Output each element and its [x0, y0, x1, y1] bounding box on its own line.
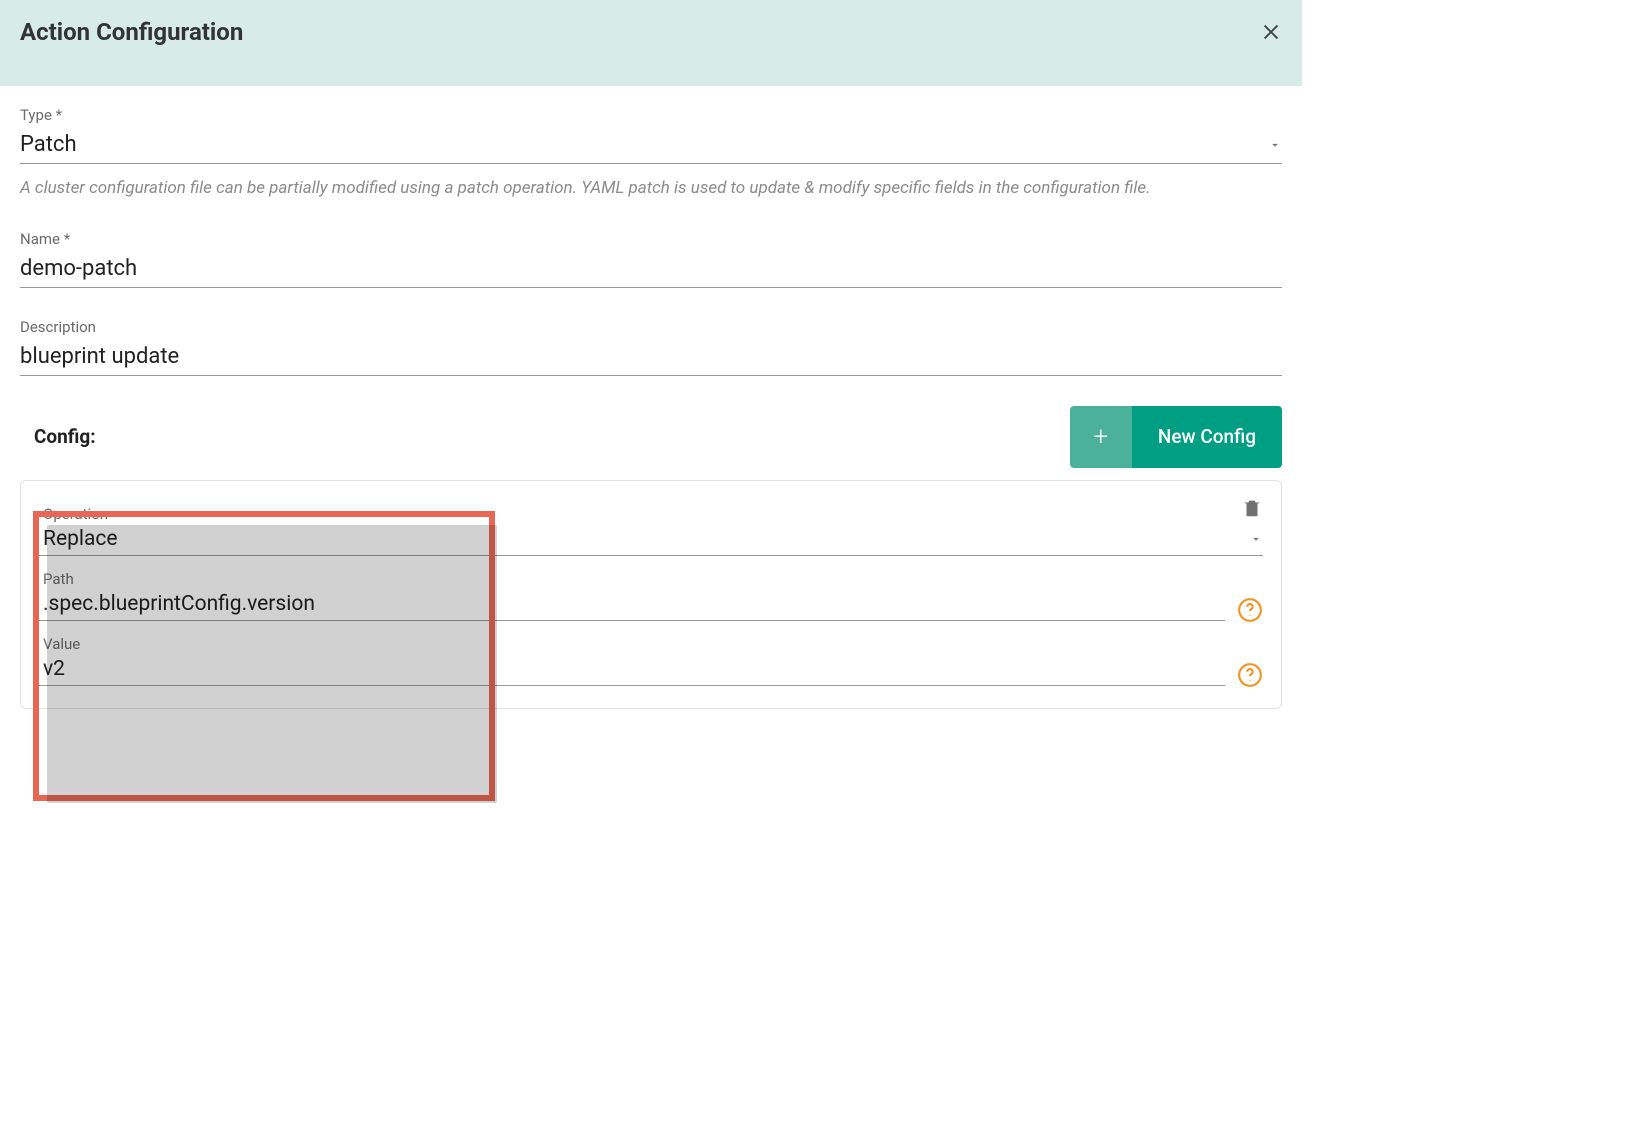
close-icon: [1260, 21, 1282, 43]
name-field: Name *: [20, 230, 1282, 288]
type-field: Type * Patch: [20, 106, 1282, 164]
help-icon: [1237, 597, 1263, 623]
name-label: Name *: [20, 230, 1282, 248]
operation-value: Replace: [39, 527, 1249, 551]
plus-icon: +: [1070, 406, 1132, 468]
config-header: Config: + New Config: [20, 406, 1282, 468]
action-configuration-dialog: Action Configuration Type * Patch A clus…: [0, 0, 1302, 709]
value-help-button[interactable]: [1237, 662, 1263, 688]
path-help-button[interactable]: [1237, 597, 1263, 623]
value-field: Value: [39, 635, 1263, 686]
name-input[interactable]: [20, 256, 1282, 281]
type-label: Type *: [20, 106, 1282, 124]
close-button[interactable]: [1260, 21, 1282, 43]
path-field: Path: [39, 570, 1263, 621]
description-field: Description: [20, 318, 1282, 376]
help-icon: [1237, 662, 1263, 688]
new-config-label: New Config: [1132, 406, 1282, 468]
operation-select[interactable]: Replace: [39, 525, 1263, 556]
new-config-button[interactable]: + New Config: [1070, 406, 1282, 468]
config-label: Config:: [20, 425, 96, 448]
description-input[interactable]: [20, 344, 1282, 369]
path-label: Path: [39, 570, 1263, 588]
value-input[interactable]: [39, 657, 1225, 681]
dialog-body: Type * Patch A cluster configuration fil…: [0, 86, 1302, 709]
chevron-down-icon: [1249, 532, 1263, 546]
config-section: Config: + New Config: [20, 406, 1282, 709]
value-label: Value: [39, 635, 1263, 653]
dialog-header: Action Configuration: [0, 0, 1302, 86]
type-helper-text: A cluster configuration file can be part…: [20, 176, 1282, 202]
config-card: Operation Replace Path: [20, 480, 1282, 709]
type-value: Patch: [20, 132, 1268, 157]
description-label: Description: [20, 318, 1282, 336]
dialog-title: Action Configuration: [20, 18, 243, 46]
operation-field: Operation Replace: [39, 497, 1263, 556]
operation-label: Operation: [39, 505, 1263, 523]
path-input[interactable]: [39, 592, 1225, 616]
type-select[interactable]: Patch: [20, 128, 1282, 164]
chevron-down-icon: [1268, 138, 1282, 152]
